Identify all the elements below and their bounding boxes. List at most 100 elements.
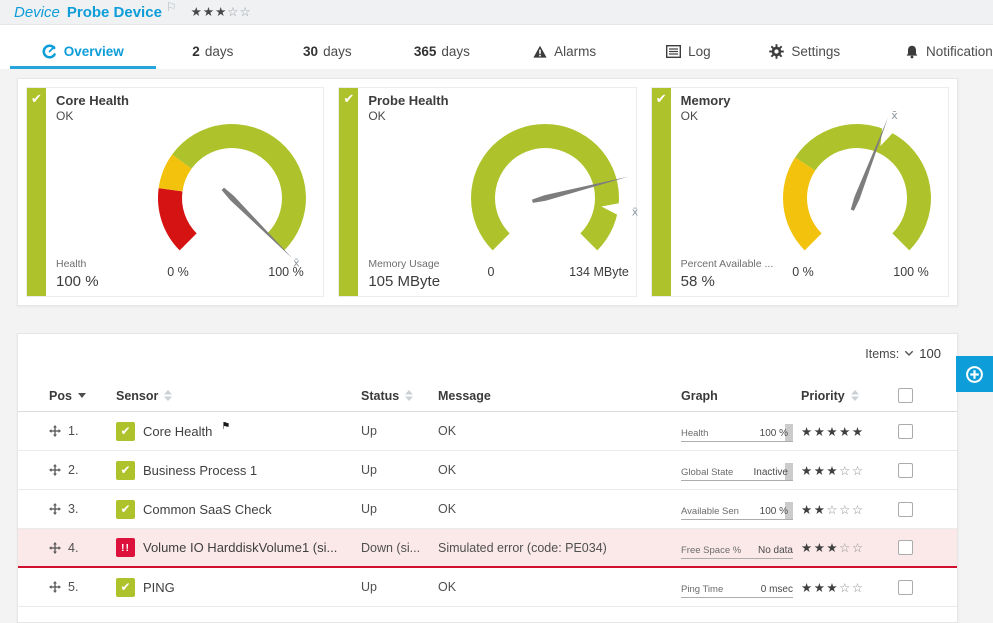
sensor-name[interactable]: PING	[143, 580, 175, 595]
sort-updown-icon	[405, 390, 413, 401]
sensor-name[interactable]: Common SaaS Check	[143, 502, 272, 517]
gauge-card-core-health[interactable]: ✔Core HealthOKHealth100 %x̄0 %100 %	[26, 87, 324, 297]
row-checkbox[interactable]	[898, 502, 913, 517]
table-row[interactable]: 3.✔Common SaaS CheckUpOKAvailable Sen100…	[18, 490, 957, 529]
gauge-axis-max: 134 MByte	[569, 265, 629, 279]
sensor-cell[interactable]: ✔Core Health⚑	[116, 422, 361, 441]
items-per-page-control[interactable]: Items: 100	[865, 346, 941, 361]
check-icon: ✔	[656, 91, 667, 106]
items-value: 100	[919, 346, 941, 361]
graph-channel-label: Global State	[681, 467, 733, 478]
status-cell: Down (si...	[361, 541, 438, 555]
gauge-status: OK	[681, 109, 698, 123]
mini-graph: Global StateInactive	[681, 459, 793, 481]
row-checkbox[interactable]	[898, 580, 913, 595]
priority-cell[interactable]: ★★★★★	[801, 424, 894, 439]
gauge-status: OK	[56, 109, 73, 123]
column-header-pos[interactable]: Pos	[49, 389, 116, 403]
status-cell: Up	[361, 502, 438, 516]
gauge-channel-label: Percent Available ...	[681, 258, 774, 270]
gauge-body: MemoryOKPercent Available ...58 %x̄0 %10…	[671, 88, 948, 296]
table-row[interactable]: 1.✔Core Health⚑UpOKHealth100 %★★★★★	[18, 412, 957, 451]
row-checkbox[interactable]	[898, 540, 913, 555]
chevron-down-icon	[904, 350, 914, 357]
tab-overview[interactable]: Overview	[10, 25, 156, 69]
row-checkbox[interactable]	[898, 463, 913, 478]
alarm-icon	[533, 45, 547, 59]
pos-number: 5.	[68, 580, 78, 594]
circle-plus-icon	[964, 364, 985, 385]
gauge-card-probe-health[interactable]: ✔Probe HealthOKMemory Usage105 MBytex̄01…	[338, 87, 636, 297]
column-header-message[interactable]: Message	[438, 389, 681, 403]
gauge-card-memory[interactable]: ✔MemoryOKPercent Available ...58 %x̄0 %1…	[651, 87, 949, 297]
device-name[interactable]: Probe Device	[67, 4, 162, 21]
tab-label: Settings	[791, 44, 840, 59]
tab-30-days[interactable]: 30 days	[270, 25, 385, 69]
status-stripe: ✔	[652, 88, 671, 296]
move-handle-icon[interactable]	[49, 542, 61, 554]
gauge-axis-min: 0 %	[792, 265, 814, 279]
sensor-name[interactable]: Core Health	[143, 424, 212, 439]
priority-cell[interactable]: ★★★☆☆	[801, 463, 894, 478]
check-icon: ✔	[31, 91, 42, 106]
mini-graph: Available Sen100 %	[681, 498, 793, 520]
sensor-name[interactable]: Volume IO HarddiskVolume1 (si...	[143, 540, 337, 555]
select-all-checkbox[interactable]	[898, 388, 913, 403]
sensor-cell[interactable]: ✔PING	[116, 578, 361, 597]
rating-stars-filled: ★★★	[191, 5, 228, 19]
sensor-cell[interactable]: !! Volume IO HarddiskVolume1 (si...	[116, 538, 361, 557]
sensor-name[interactable]: Business Process 1	[143, 463, 257, 478]
pos-number: 4.	[68, 541, 78, 555]
tab-settings[interactable]: Settings	[747, 25, 863, 69]
table-row[interactable]: 2.✔Business Process 1UpOKGlobal StateIna…	[18, 451, 957, 490]
tab-notifications[interactable]: Notifications	[863, 25, 993, 69]
table-row[interactable]: 5.✔PINGUpOKPing Time0 msec★★★☆☆	[18, 568, 957, 607]
tab-365-days[interactable]: 365 days	[385, 25, 500, 69]
column-header-sensor[interactable]: Sensor	[116, 389, 361, 403]
tab-label: Overview	[64, 44, 124, 59]
device-priority-rating[interactable]: ★★★☆☆	[191, 4, 252, 19]
flag-icon: ⚐	[166, 0, 177, 14]
gauge-body: Probe HealthOKMemory Usage105 MBytex̄013…	[358, 88, 635, 296]
sensor-down-icon: !!	[116, 538, 135, 557]
graph-channel-value: 100 %	[760, 428, 788, 439]
column-header-status[interactable]: Status	[361, 389, 438, 403]
tab-2-days[interactable]: 2 days	[156, 25, 271, 69]
graph-cell[interactable]: Free Space %No data	[681, 537, 801, 559]
message-cell: OK	[438, 502, 681, 516]
priority-cell[interactable]: ★★★☆☆	[801, 580, 894, 595]
graph-cell[interactable]: Global StateInactive	[681, 459, 801, 481]
move-handle-icon[interactable]	[49, 503, 61, 515]
bell-icon	[905, 45, 919, 59]
graph-cell[interactable]: Health 100 %	[681, 420, 801, 442]
graph-channel-label: Health	[681, 428, 708, 439]
move-handle-icon[interactable]	[49, 464, 61, 476]
tab-number: 365	[414, 44, 437, 59]
graph-cell[interactable]: Available Sen100 %	[681, 498, 801, 520]
move-handle-icon[interactable]	[49, 425, 61, 437]
add-sensor-button[interactable]	[956, 356, 993, 392]
message-cell: OK	[438, 580, 681, 594]
graph-cell[interactable]: Ping Time0 msec	[681, 576, 801, 598]
column-header-priority[interactable]: Priority	[801, 389, 894, 403]
gauge-axis-min: 0 %	[168, 265, 190, 279]
priority-stars-filled: ★★	[801, 503, 826, 517]
sensor-cell[interactable]: ✔Common SaaS Check	[116, 500, 361, 519]
move-handle-icon[interactable]	[49, 581, 61, 593]
priority-cell[interactable]: ★★☆☆☆	[801, 502, 894, 517]
device-type-label: Device	[14, 4, 60, 21]
pos-number: 1.	[68, 424, 78, 438]
column-header-graph[interactable]: Graph	[681, 389, 801, 403]
tab-alarms[interactable]: Alarms	[499, 25, 630, 69]
gauge-channel-value: 58 %	[681, 273, 715, 290]
priority-cell[interactable]: ★★★☆☆	[801, 540, 894, 555]
sensor-cell[interactable]: ✔ Business Process 1	[116, 461, 361, 480]
sort-desc-icon	[78, 393, 86, 398]
table-row[interactable]: 4.!! Volume IO HarddiskVolume1 (si... Down…	[18, 529, 957, 568]
row-checkbox[interactable]	[898, 424, 913, 439]
checkbox-cell	[894, 580, 941, 595]
checkbox-cell	[894, 502, 941, 517]
sensor-up-icon: ✔	[116, 461, 135, 480]
gauge-arc-segment	[158, 188, 197, 250]
tab-log[interactable]: Log	[630, 25, 746, 69]
